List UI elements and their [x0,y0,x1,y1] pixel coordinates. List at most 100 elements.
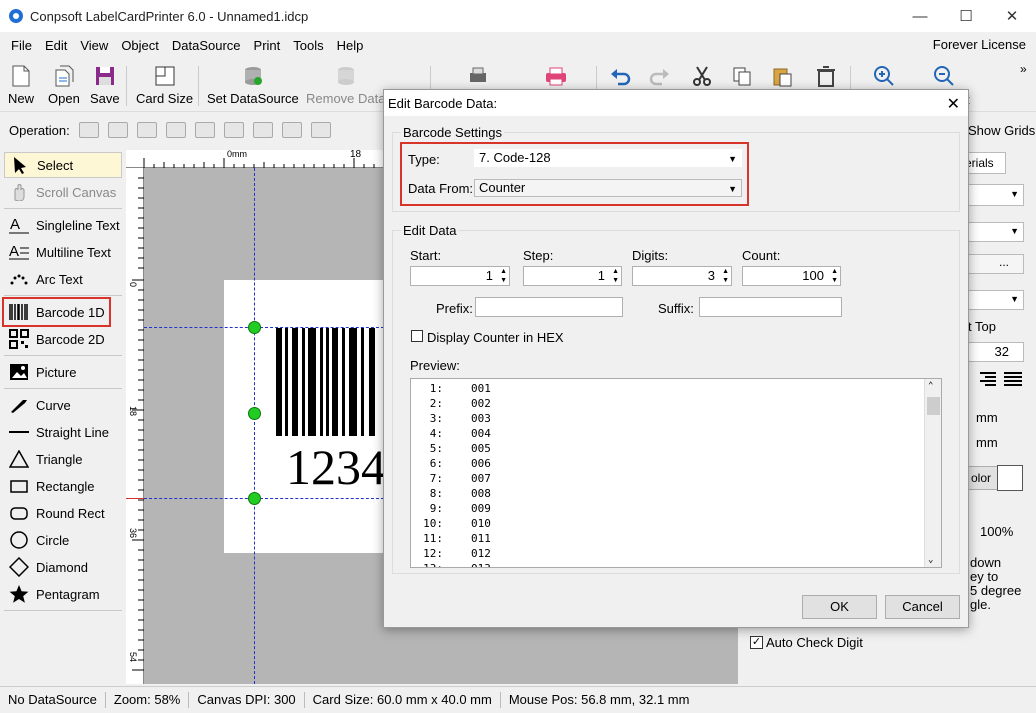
list-item[interactable]: 7: 007 [411,472,911,487]
tool-singleline-text[interactable]: A Singleline Text [4,212,122,238]
resize-handle[interactable] [248,321,261,334]
tool-round-rect[interactable]: Round Rect [4,500,122,526]
send-backward-icon[interactable] [165,122,186,138]
menu-edit[interactable]: Edit [39,38,74,53]
step-spinner[interactable]: 1 ▲ ▼ [523,266,622,286]
chevron-up-icon[interactable]: ⌃ [928,381,933,391]
tool-triangle[interactable]: Triangle [4,446,122,472]
align-right-icon[interactable] [252,122,273,138]
zoom-out-button[interactable] [932,64,956,91]
menu-datasource[interactable]: DataSource [166,38,248,53]
tool-curve[interactable]: Curve [4,392,122,418]
auto-check-digit-checkbox[interactable]: ✓ [750,636,763,649]
zoom-in-button[interactable] [872,64,896,91]
property-dropdown[interactable]: ▼ [968,290,1024,310]
copy-button[interactable] [730,64,754,91]
digits-spinner[interactable]: 3 ▲ ▼ [632,266,732,286]
chevron-down-icon[interactable]: ⌄ [928,555,933,565]
list-item[interactable]: 2: 002 [411,397,911,412]
menu-tools[interactable]: Tools [287,38,330,53]
menu-help[interactable]: Help [331,38,371,53]
spinner-arrows-icon[interactable]: ▲ ▼ [500,267,507,285]
resize-handle[interactable] [248,407,261,420]
spinner-arrows-icon[interactable]: ▲ ▼ [831,267,838,285]
redo-button[interactable] [648,64,672,91]
list-item[interactable]: 1: 001 [411,382,911,397]
align-right-text-icon[interactable] [976,371,998,387]
cut-button[interactable] [690,64,714,91]
list-item[interactable]: 4: 004 [411,427,911,442]
list-item[interactable]: 6: 006 [411,457,911,472]
show-grids-label[interactable]: Show Grids [968,123,1035,138]
scrollbar-thumb[interactable] [927,397,940,415]
paste-button[interactable] [770,64,794,91]
spinner-arrows-icon[interactable]: ▲ ▼ [612,267,619,285]
count-spinner[interactable]: 100 ▲ ▼ [742,266,841,286]
list-item[interactable]: 13: 013 [411,562,911,567]
card-size-button[interactable]: Card Size [136,64,193,106]
tool-select[interactable]: Select [4,152,122,178]
toolbar-overflow-icon[interactable]: » [1020,62,1027,76]
distribute-icon[interactable] [310,122,331,138]
menu-file[interactable]: File [0,38,39,53]
start-spinner[interactable]: 1 ▲ ▼ [410,266,510,286]
new-button[interactable]: New [8,64,34,106]
print-button[interactable] [544,64,568,91]
align-top-icon[interactable] [281,122,302,138]
send-back-icon[interactable] [107,122,128,138]
open-button[interactable]: Open [48,64,80,106]
tool-barcode-2d[interactable]: Barcode 2D [4,326,122,352]
suffix-input[interactable] [699,297,842,317]
dialog-close-icon[interactable]: ✕ [947,94,960,114]
display-hex-checkbox[interactable] [411,330,423,342]
tool-diamond[interactable]: Diamond [4,554,122,580]
print-preview-button[interactable] [466,64,490,91]
delete-button[interactable] [814,64,838,91]
font-size-spinner[interactable]: 32 [968,342,1024,362]
list-item[interactable]: 11: 011 [411,532,911,547]
type-select[interactable]: 7. Code-128 ▼ [474,149,742,167]
bring-front-icon[interactable] [78,122,99,138]
list-item[interactable]: 5: 005 [411,442,911,457]
ok-button[interactable]: OK [802,595,877,619]
tool-rectangle[interactable]: Rectangle [4,473,122,499]
tool-pentagram[interactable]: Pentagram [4,581,122,607]
tool-circle[interactable]: Circle [4,527,122,553]
spinner-arrows-icon[interactable]: ▲ ▼ [722,267,729,285]
resize-handle[interactable] [248,492,261,505]
preview-list[interactable]: 1: 001 2: 002 3: 003 4: 004 5: 005 6: 006 7: 007 8: 008… [410,378,942,568]
menu-object[interactable]: Object [115,38,166,53]
undo-button[interactable] [608,64,632,91]
maximize-button[interactable]: ☐ [943,0,989,32]
align-left-icon[interactable] [194,122,215,138]
close-window-button[interactable]: ✕ [989,0,1035,32]
justify-text-icon[interactable] [1002,371,1024,387]
prefix-input[interactable] [475,297,623,317]
menu-view[interactable]: View [74,38,115,53]
align-center-icon[interactable] [223,122,244,138]
preview-scrollbar[interactable]: ⌃ ⌄ [924,379,941,567]
ellipsis-button[interactable]: ... [968,254,1024,274]
minimize-button[interactable]: — [897,0,943,32]
tool-picture[interactable]: Picture [4,359,122,385]
cancel-button[interactable]: Cancel [885,595,960,619]
tool-arc-text[interactable]: Arc Text [4,266,122,292]
tool-multiline-text[interactable]: A Multiline Text [4,239,122,265]
tool-straight-line[interactable]: Straight Line [4,419,122,445]
list-item[interactable]: 12: 012 [411,547,911,562]
tool-barcode-1d[interactable]: Barcode 1D [2,297,111,327]
list-item[interactable]: 3: 003 [411,412,911,427]
tool-scroll-canvas[interactable]: Scroll Canvas [4,179,122,205]
list-item[interactable]: 8: 008 [411,487,911,502]
bring-forward-icon[interactable] [136,122,157,138]
color-swatch[interactable] [997,465,1023,491]
save-button[interactable]: Save [90,64,120,106]
property-dropdown[interactable]: ▼ [968,222,1024,242]
list-item[interactable]: 10: 010 [411,517,911,532]
menu-print[interactable]: Print [248,38,288,53]
property-dropdown[interactable]: ▼ [968,184,1024,206]
remove-datasource-button[interactable]: Remove Data [306,64,385,106]
list-item[interactable]: 9: 009 [411,502,911,517]
set-datasource-button[interactable]: Set DataSource [207,64,299,106]
data-from-select[interactable]: Counter ▼ [474,179,742,197]
